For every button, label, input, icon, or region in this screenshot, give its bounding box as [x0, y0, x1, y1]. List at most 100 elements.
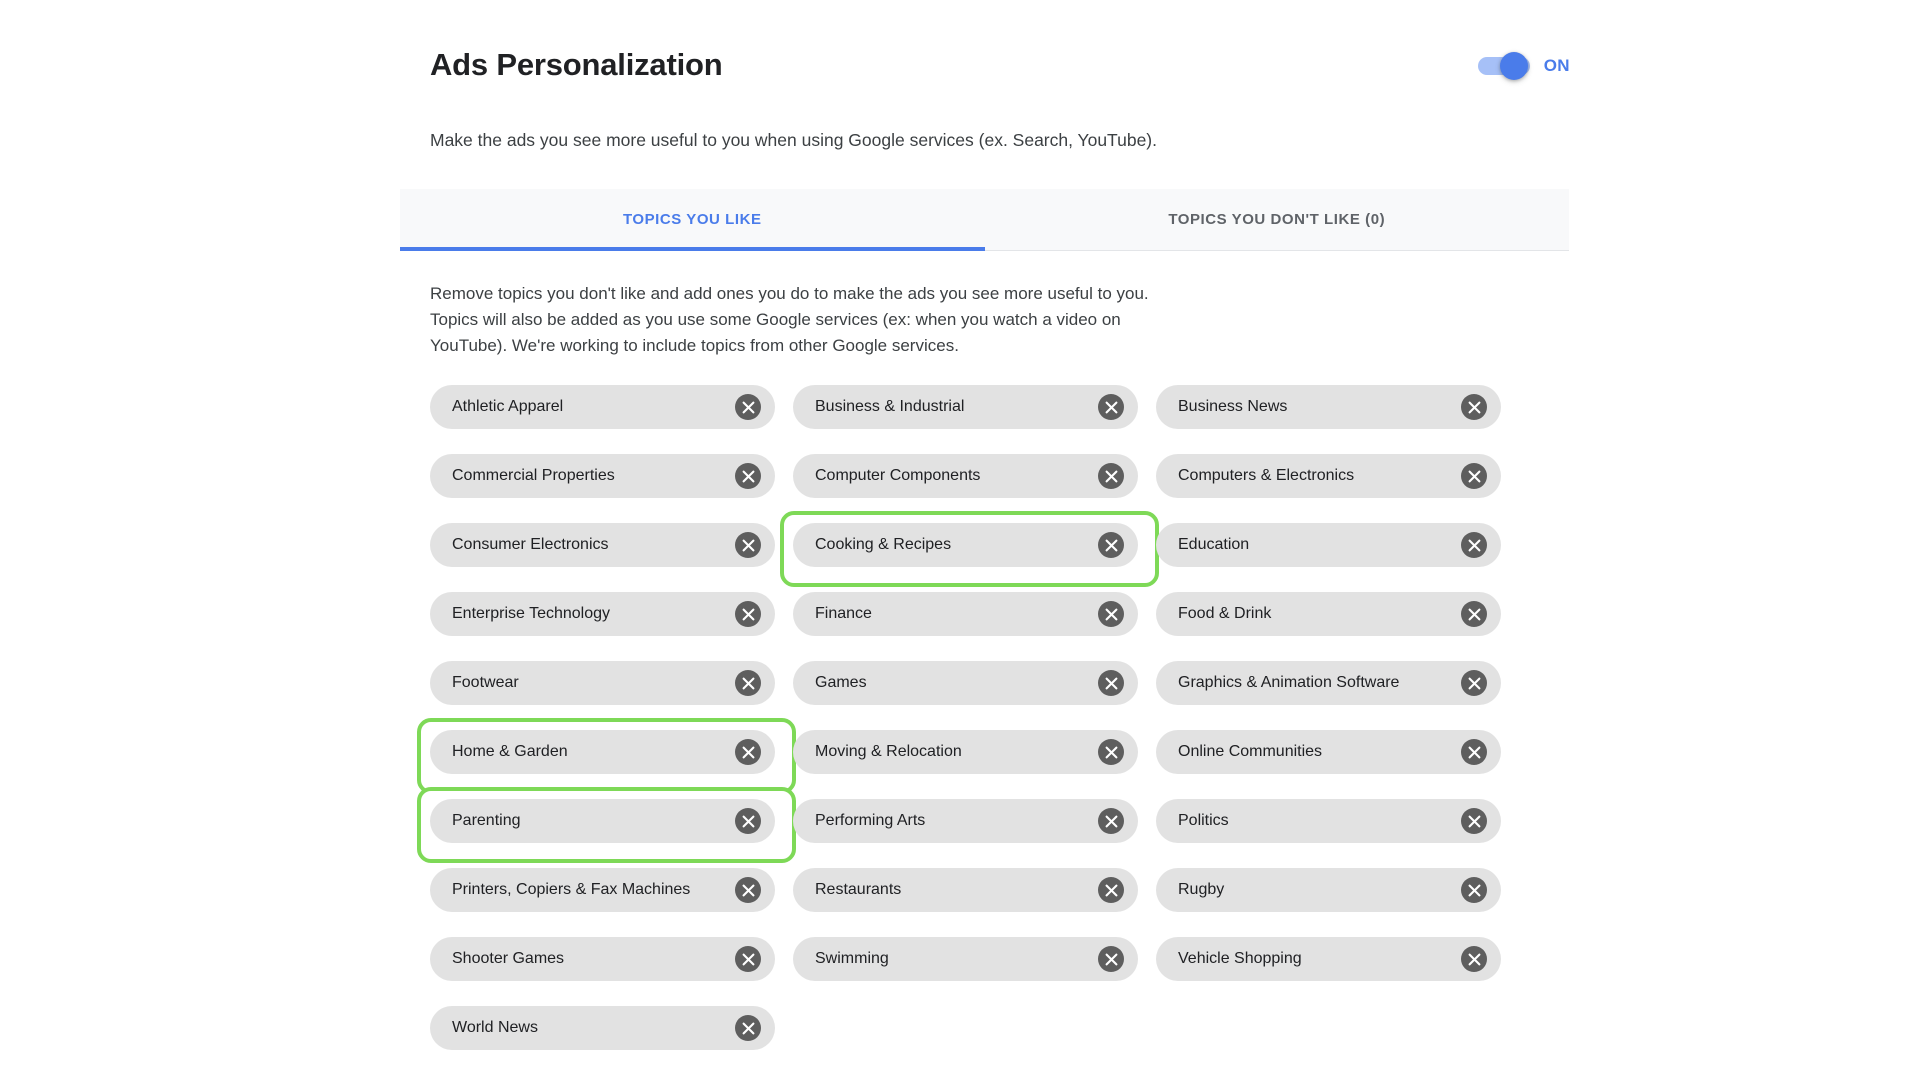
header: Ads Personalization ON: [430, 45, 1570, 85]
topic-chip[interactable]: Graphics & Animation Software: [1156, 661, 1501, 705]
close-circle-icon[interactable]: [1461, 601, 1487, 627]
topic-chip-label: Commercial Properties: [452, 467, 615, 484]
topic-chip[interactable]: World News: [430, 1006, 775, 1050]
topic-chip-label: Footwear: [452, 674, 519, 691]
close-circle-icon[interactable]: [1461, 532, 1487, 558]
close-circle-icon[interactable]: [735, 1015, 761, 1041]
topic-chip-cell: Education: [1156, 523, 1501, 567]
topic-chip-cell: Computer Components: [793, 454, 1138, 498]
close-circle-icon[interactable]: [735, 601, 761, 627]
topic-chip[interactable]: Footwear: [430, 661, 775, 705]
tab-topics-you-dont-like[interactable]: TOPICS YOU DON'T LIKE (0): [985, 189, 1570, 250]
close-circle-icon[interactable]: [735, 946, 761, 972]
topic-chip-label: Food & Drink: [1178, 605, 1272, 622]
topic-chip-label: Rugby: [1178, 881, 1225, 898]
close-circle-icon[interactable]: [735, 808, 761, 834]
topic-chip-label: Performing Arts: [815, 812, 926, 829]
topic-chip[interactable]: Vehicle Shopping: [1156, 937, 1501, 981]
close-circle-icon[interactable]: [735, 739, 761, 765]
topic-chip-label: Printers, Copiers & Fax Machines: [452, 881, 691, 898]
topic-chip-label: Parenting: [452, 812, 521, 829]
topic-chip[interactable]: Business News: [1156, 385, 1501, 429]
close-circle-icon[interactable]: [1098, 877, 1124, 903]
close-circle-icon[interactable]: [735, 532, 761, 558]
topic-chip-label: Moving & Relocation: [815, 743, 962, 760]
topic-chip-cell: Swimming: [793, 937, 1138, 981]
topic-chip-label: World News: [452, 1019, 538, 1036]
topic-chip-label: Restaurants: [815, 881, 902, 898]
topic-chip[interactable]: Swimming: [793, 937, 1138, 981]
close-circle-icon[interactable]: [1098, 946, 1124, 972]
topic-chip[interactable]: Home & Garden: [430, 730, 775, 774]
topic-chip-cell: Games: [793, 661, 1138, 705]
topic-chip-label: Cooking & Recipes: [815, 536, 952, 553]
close-circle-icon[interactable]: [1098, 463, 1124, 489]
toggle-state-label: ON: [1543, 56, 1570, 75]
topic-chip-cell: Politics: [1156, 799, 1501, 843]
topic-chip[interactable]: Education: [1156, 523, 1501, 567]
topic-chip[interactable]: Printers, Copiers & Fax Machines: [430, 868, 775, 912]
topic-chip-cell: Enterprise Technology: [430, 592, 775, 636]
close-circle-icon[interactable]: [735, 394, 761, 420]
topic-chip[interactable]: Computers & Electronics: [1156, 454, 1501, 498]
topic-chip-label: Games: [815, 674, 867, 691]
topic-chip-label: Business News: [1178, 398, 1288, 415]
close-circle-icon[interactable]: [1461, 670, 1487, 696]
topic-chip[interactable]: Games: [793, 661, 1138, 705]
topic-chip[interactable]: Moving & Relocation: [793, 730, 1138, 774]
close-circle-icon[interactable]: [1461, 808, 1487, 834]
topic-chip[interactable]: Consumer Electronics: [430, 523, 775, 567]
topic-chip[interactable]: Computer Components: [793, 454, 1138, 498]
toggle-knob: [1499, 52, 1528, 80]
close-circle-icon[interactable]: [1461, 394, 1487, 420]
topic-chip-cell: Commercial Properties: [430, 454, 775, 498]
topic-chip-cell: Moving & Relocation: [793, 730, 1138, 774]
close-circle-icon[interactable]: [1098, 670, 1124, 696]
topic-chip[interactable]: Finance: [793, 592, 1138, 636]
topic-chip-cell: Online Communities: [1156, 730, 1501, 774]
topic-chip[interactable]: Athletic Apparel: [430, 385, 775, 429]
topic-chip-label: Athletic Apparel: [452, 398, 564, 415]
close-circle-icon[interactable]: [1461, 946, 1487, 972]
topic-chip-cell: Footwear: [430, 661, 775, 705]
topic-chip[interactable]: Parenting: [430, 799, 775, 843]
close-circle-icon[interactable]: [1098, 532, 1124, 558]
topic-chip[interactable]: Rugby: [1156, 868, 1501, 912]
ads-personalization-page: Ads Personalization ON Make the ads you …: [0, 0, 1920, 1080]
topic-chip[interactable]: Enterprise Technology: [430, 592, 775, 636]
close-circle-icon[interactable]: [1098, 739, 1124, 765]
topic-chip[interactable]: Cooking & Recipes: [793, 523, 1138, 567]
ads-personalization-toggle-group[interactable]: ON: [1477, 52, 1570, 80]
topic-chip[interactable]: Commercial Properties: [430, 454, 775, 498]
topic-chip-cell: Rugby: [1156, 868, 1501, 912]
topic-chip-label: Shooter Games: [452, 950, 565, 967]
topic-chip[interactable]: Food & Drink: [1156, 592, 1501, 636]
close-circle-icon[interactable]: [1098, 601, 1124, 627]
close-circle-icon[interactable]: [1461, 877, 1487, 903]
tab-topics-you-like[interactable]: TOPICS YOU LIKE: [400, 189, 985, 251]
topic-chip-label: Computers & Electronics: [1178, 467, 1355, 484]
topic-chip-highlighted: Parenting: [417, 787, 796, 863]
topic-chip-cell: Performing Arts: [793, 799, 1138, 843]
topic-chip-label: Graphics & Animation Software: [1178, 674, 1400, 691]
close-circle-icon[interactable]: [735, 877, 761, 903]
close-circle-icon[interactable]: [1461, 739, 1487, 765]
topic-chip-cell: World News: [430, 1006, 775, 1050]
topic-chip[interactable]: Online Communities: [1156, 730, 1501, 774]
topic-chip-label: Computer Components: [815, 467, 981, 484]
topic-chip-cell: Restaurants: [793, 868, 1138, 912]
topic-chip[interactable]: Performing Arts: [793, 799, 1138, 843]
close-circle-icon[interactable]: [1461, 463, 1487, 489]
topic-chip[interactable]: Politics: [1156, 799, 1501, 843]
topics-chip-grid: Athletic Apparel Business & Industrial Bus…: [417, 385, 1570, 1050]
topic-chip-label: Business & Industrial: [815, 398, 965, 415]
close-circle-icon[interactable]: [1098, 808, 1124, 834]
ads-personalization-toggle[interactable]: [1477, 52, 1530, 80]
topic-chip[interactable]: Restaurants: [793, 868, 1138, 912]
topic-chip-label: Consumer Electronics: [452, 536, 609, 553]
close-circle-icon[interactable]: [1098, 394, 1124, 420]
topic-chip[interactable]: Shooter Games: [430, 937, 775, 981]
topic-chip[interactable]: Business & Industrial: [793, 385, 1138, 429]
close-circle-icon[interactable]: [735, 670, 761, 696]
close-circle-icon[interactable]: [735, 463, 761, 489]
